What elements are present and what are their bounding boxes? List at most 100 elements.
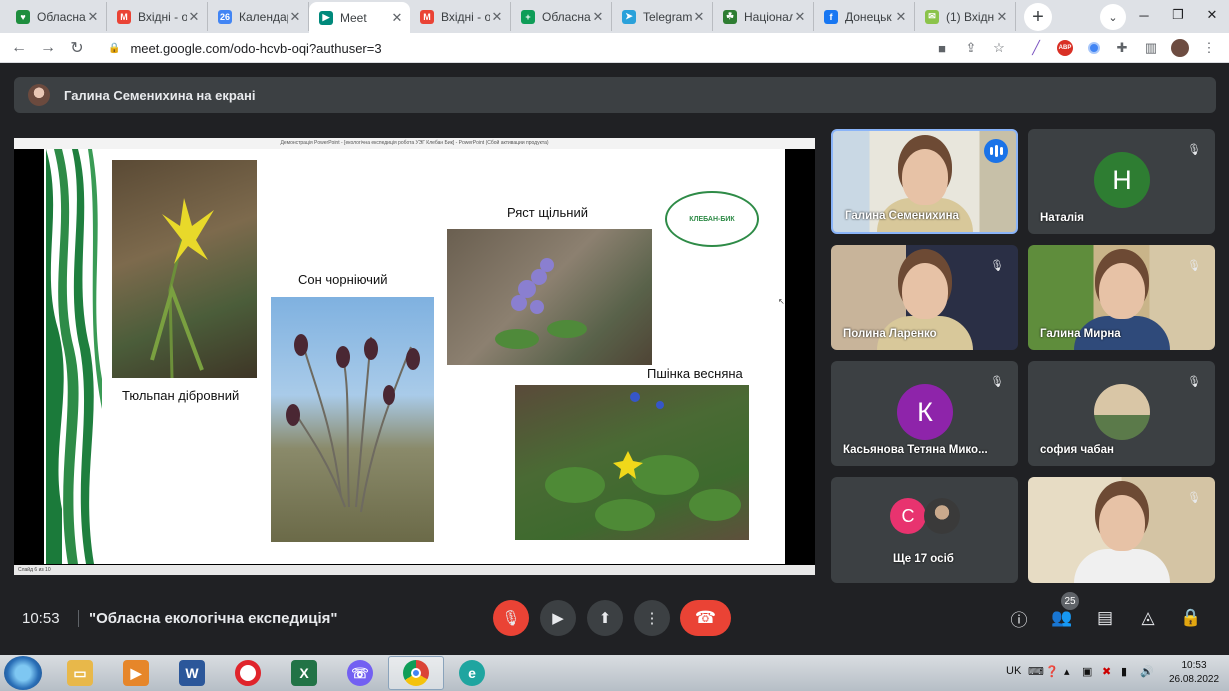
meeting-details-button[interactable]: ⓘ (1005, 604, 1033, 632)
speaking-indicator-icon (984, 139, 1008, 163)
browser-tab[interactable]: ✉ (1) Вхідн ✕ (915, 2, 1016, 31)
chat-button[interactable]: ▤ (1091, 604, 1119, 632)
system-tray-icon[interactable]: ▣ (1082, 665, 1092, 678)
participant-video (1098, 495, 1145, 551)
tab-close-icon[interactable]: ✕ (288, 9, 302, 25)
tab-close-icon[interactable]: ✕ (390, 10, 404, 26)
forward-button[interactable]: → (37, 37, 59, 59)
keyboard-icon[interactable]: ⌨ (1028, 665, 1044, 678)
camera-icon[interactable]: ■ (933, 39, 951, 57)
browser-tab-strip: ♥ Обласна ✕ M Вхідні - о ✕ 26 Календар ✕ ▶ Meet ✕ M В… (0, 0, 1229, 33)
meeting-clock: 10:53 (22, 610, 60, 627)
mic-muted-icon: 🎙 (1187, 375, 1201, 388)
participant-tile[interactable]: Галина Семенихина (831, 129, 1018, 234)
leave-call-button[interactable]: ☎ (680, 600, 731, 636)
browser-tab[interactable]: ▶ Meet ✕ (309, 2, 410, 33)
reload-button[interactable]: ↻ (66, 37, 88, 59)
browser-tab[interactable]: 26 Календар ✕ (208, 2, 309, 31)
mic-muted-icon: 🎙 (1187, 491, 1201, 504)
participant-tile[interactable]: С Ще 17 осіб (831, 477, 1018, 583)
taskbar-explorer[interactable]: ▭ (52, 656, 108, 690)
word-icon: W (179, 660, 205, 686)
logo-text: КЛЕБАН-БИК (689, 215, 735, 223)
folder-icon: ▭ (67, 660, 93, 686)
present-screen-button[interactable]: ⬆ (587, 600, 623, 636)
taskbar-viber[interactable]: ☏ (332, 656, 388, 690)
participant-tile[interactable]: Галина Мирна 🎙 (1028, 245, 1215, 350)
camera-toggle-button[interactable]: ▶ (540, 600, 576, 636)
browser-tab[interactable]: ♥ Обласна ✕ (6, 2, 107, 31)
tab-search-button[interactable]: ⌄ (1100, 4, 1126, 30)
people-count-badge: 25 (1061, 592, 1079, 610)
activities-button[interactable]: ◬ (1134, 604, 1162, 632)
lesser-celandine-photo (515, 385, 749, 540)
browser-tab[interactable]: M Вхідні - о ✕ (107, 2, 208, 31)
green-wave-decoration (44, 149, 106, 564)
tab-close-icon[interactable]: ✕ (692, 9, 706, 25)
tab-title: Meet (340, 10, 367, 25)
edge-icon: e (459, 660, 485, 686)
participant-tile[interactable]: Полина Ларенко 🎙 (831, 245, 1018, 350)
tab-title: Календар (239, 9, 288, 24)
tab-close-icon[interactable]: ✕ (591, 9, 605, 25)
tab-close-icon[interactable]: ✕ (995, 9, 1009, 25)
browser-tab[interactable]: ☘ Національ✕ (713, 2, 814, 31)
network-icon[interactable]: ✖ (1102, 665, 1111, 678)
taskbar-excel[interactable]: X (276, 656, 332, 690)
browser-tab[interactable]: f Донецьк ✕ (814, 2, 915, 31)
presentation-slide: Тюльпан дібровний Сон чорніючий Ряст щіл… (44, 149, 785, 564)
tab-close-icon[interactable]: ✕ (793, 9, 807, 25)
battery-icon[interactable]: ▮ (1121, 665, 1127, 678)
minimize-button[interactable]: ─ (1127, 0, 1161, 30)
participant-tile[interactable]: К Касьянова Тетяна Мико... 🎙 (831, 361, 1018, 466)
more-options-button[interactable]: ⋮ (634, 600, 670, 636)
extension-blue-icon[interactable] (1085, 39, 1103, 57)
tab-close-icon[interactable]: ✕ (86, 9, 100, 25)
taskbar-opera[interactable] (220, 656, 276, 690)
camera-icon: ▶ (552, 610, 564, 627)
restore-button[interactable]: ❐ (1161, 0, 1195, 30)
participant-tile[interactable]: Н Наталія 🎙 (1028, 129, 1215, 234)
tab-favicon-icon: ☘ (723, 9, 737, 24)
volume-icon[interactable]: 🔊 (1140, 665, 1154, 678)
taskbar-chrome[interactable] (388, 656, 444, 690)
participant-tile[interactable]: софия чабан 🎙 (1028, 361, 1215, 466)
close-window-button[interactable]: ✕ (1195, 0, 1229, 30)
pasque-flower-photo (271, 297, 434, 542)
tab-title: Вхідні - о (441, 9, 490, 24)
browser-tab[interactable]: M Вхідні - о ✕ (410, 2, 511, 31)
new-tab-button[interactable]: + (1024, 3, 1052, 31)
language-indicator[interactable]: UK (1006, 665, 1021, 677)
presenting-banner: Галина Семенихина на екрані (14, 77, 1216, 113)
adblock-icon[interactable]: ABP (1056, 39, 1074, 57)
extensions-puzzle-icon[interactable]: ✚ (1113, 39, 1131, 57)
participant-tile[interactable]: 🎙 (1028, 477, 1215, 583)
side-panel-icon[interactable]: ▥ (1142, 39, 1160, 57)
mic-muted-icon: 🎙 (990, 259, 1004, 272)
microphone-toggle-button[interactable]: 🎙 (493, 600, 529, 636)
browser-tab[interactable]: ➤ Telegram ✕ (612, 2, 713, 31)
taskbar-edge[interactable]: e (444, 656, 500, 690)
participant-name: софия чабан (1040, 444, 1114, 456)
taskbar-media-player[interactable]: ▶ (108, 656, 164, 690)
profile-avatar[interactable] (1171, 39, 1189, 57)
share-icon[interactable]: ⇪ (962, 39, 980, 57)
browser-menu-icon[interactable]: ⋮ (1200, 39, 1218, 57)
back-button[interactable]: ← (8, 37, 30, 59)
mic-muted-icon: 🎙 (1187, 143, 1201, 156)
taskbar-clock[interactable]: 10:53 26.08.2022 (1168, 659, 1220, 687)
bookmark-star-icon[interactable]: ☆ (990, 39, 1008, 57)
mouse-cursor-icon: ↖ (778, 297, 785, 306)
pen-extension-icon[interactable]: ╱ (1027, 39, 1045, 57)
start-button[interactable] (4, 656, 42, 690)
ficaria-label: Пшінка весняна (647, 366, 743, 381)
browser-tab[interactable]: + Обласна ✕ (511, 2, 612, 31)
tab-close-icon[interactable]: ✕ (490, 9, 504, 25)
tab-close-icon[interactable]: ✕ (187, 9, 201, 25)
help-icon[interactable]: ❓ (1045, 665, 1059, 678)
host-controls-button[interactable]: 🔒 (1177, 604, 1205, 632)
address-bar[interactable]: 🔒 meet.google.com/odo-hcvb-oqi?authuser=… (98, 36, 930, 60)
tab-close-icon[interactable]: ✕ (894, 9, 908, 25)
taskbar-word[interactable]: W (164, 656, 220, 690)
show-hidden-icons-icon[interactable]: ▴ (1064, 665, 1070, 678)
